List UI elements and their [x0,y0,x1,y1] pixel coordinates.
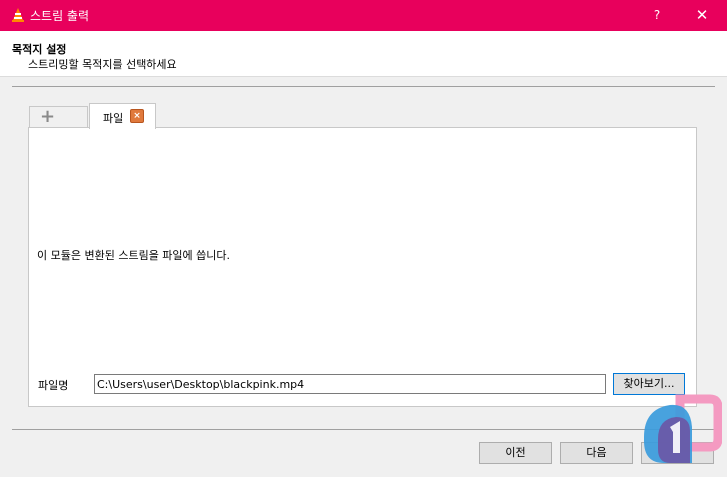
tab-add-destination[interactable]: + [29,106,88,127]
title-bar: 스트림 출력 ? ✕ [0,0,727,31]
plus-icon: + [40,106,56,127]
page-subtitle: 스트리밍할 목적지를 선택하세요 [28,58,177,71]
module-description: 이 모듈은 변환된 스트림을 파일에 씁니다. [37,249,231,262]
close-x-icon[interactable]: × [130,109,144,123]
filename-input[interactable] [94,374,606,394]
overlay-logo-icon [644,394,722,463]
filename-label: 파일명 [38,379,69,392]
close-window-button[interactable]: ✕ [682,0,722,31]
top-divider [12,86,715,87]
next-button[interactable]: 다음 [560,442,633,464]
tab-file[interactable]: 파일 × [89,103,156,129]
help-button[interactable]: ? [642,0,672,31]
file-destination-panel [28,127,697,407]
browse-button[interactable]: 찾아보기... [613,373,685,395]
previous-button[interactable]: 이전 [479,442,552,464]
vlc-cone-icon [12,8,24,22]
tab-file-label: 파일 [103,112,124,125]
bottom-divider [12,429,715,430]
page-title: 목적지 설정 [12,43,67,56]
window-title: 스트림 출력 [30,9,90,23]
